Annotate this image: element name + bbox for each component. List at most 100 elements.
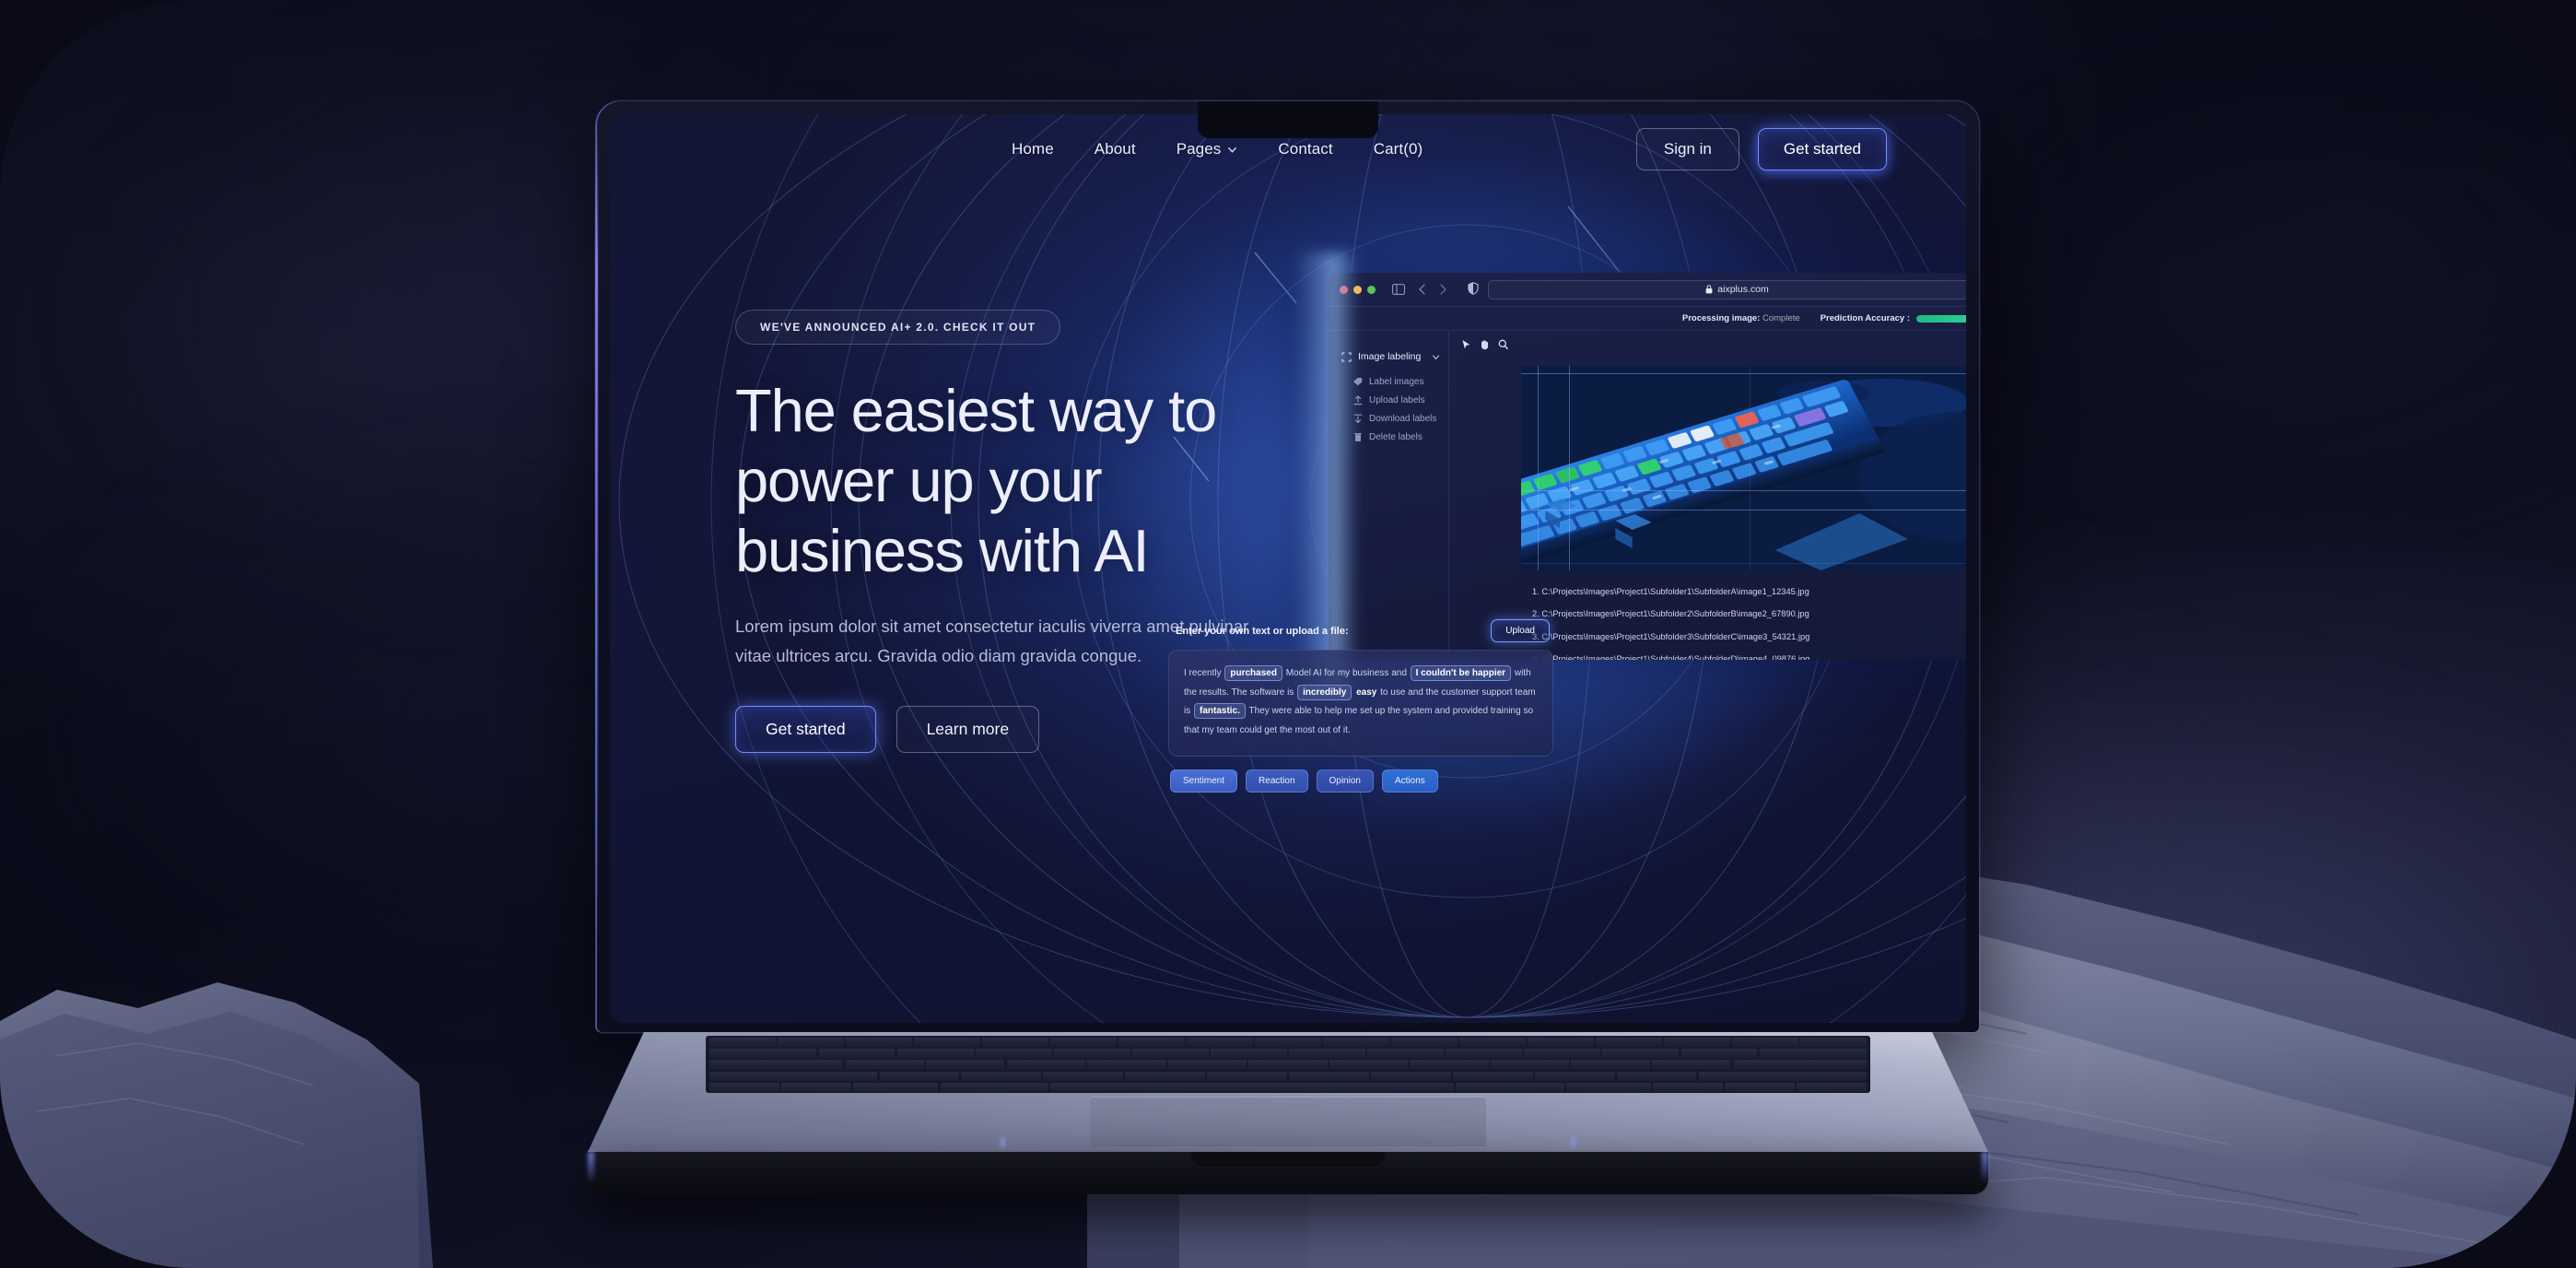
list-item[interactable]: 3. C:\Projects\Images\Project1\Subfolder… bbox=[1532, 626, 1966, 648]
sidebar-item-download-labels[interactable]: Download labels bbox=[1341, 409, 1448, 428]
chevron-left-icon[interactable] bbox=[1418, 284, 1426, 295]
keyboard-key[interactable] bbox=[1490, 1060, 1570, 1070]
hero-get-started-button[interactable]: Get started bbox=[735, 705, 876, 753]
minimize-yellow-icon[interactable] bbox=[1353, 285, 1362, 294]
keyboard-key[interactable] bbox=[709, 1082, 779, 1092]
keyboard-key[interactable] bbox=[1528, 1038, 1594, 1047]
get-started-button-nav[interactable]: Get started bbox=[1757, 128, 1887, 170]
keyboard-key[interactable] bbox=[1616, 1071, 1697, 1081]
cursor-arrow-icon[interactable] bbox=[1461, 339, 1471, 353]
keyboard-key[interactable] bbox=[1797, 1082, 1867, 1092]
nav-link-cart[interactable]: Cart(0) bbox=[1374, 140, 1423, 158]
sidebar-item-upload-labels[interactable]: Upload labels bbox=[1341, 391, 1448, 409]
keyboard-key[interactable] bbox=[1680, 1049, 1758, 1059]
hand-icon[interactable] bbox=[1480, 339, 1490, 353]
keyboard-key[interactable] bbox=[1571, 1060, 1650, 1070]
keyboard-key[interactable] bbox=[1664, 1038, 1730, 1047]
keyboard-key[interactable] bbox=[1446, 1049, 1523, 1059]
keyboard-key[interactable] bbox=[1323, 1038, 1389, 1047]
url-bar[interactable]: aixplus.com bbox=[1488, 279, 1966, 299]
announcement-badge[interactable]: WE'VE ANNOUNCED AI+ 2.0. CHECK IT OUT bbox=[735, 310, 1061, 345]
nav-link-contact[interactable]: Contact bbox=[1278, 140, 1332, 158]
keyboard-key[interactable] bbox=[1050, 1038, 1117, 1047]
zoom-green-icon[interactable] bbox=[1367, 285, 1376, 294]
keyboard-key[interactable] bbox=[914, 1038, 980, 1047]
tag-actions[interactable]: Actions bbox=[1381, 769, 1438, 792]
keyboard-key[interactable] bbox=[1329, 1060, 1409, 1070]
keyboard-key[interactable] bbox=[1125, 1071, 1205, 1081]
keyboard-key[interactable] bbox=[846, 1038, 912, 1047]
keyboard-key[interactable] bbox=[1410, 1060, 1489, 1070]
tag-opinion[interactable]: Opinion bbox=[1316, 769, 1374, 792]
keyboard-key[interactable] bbox=[1053, 1049, 1130, 1059]
keyboard-key[interactable] bbox=[1370, 1071, 1451, 1081]
keyboard-key[interactable] bbox=[1732, 1060, 1867, 1070]
keyboard-key[interactable] bbox=[975, 1049, 1052, 1059]
keyboard-key[interactable] bbox=[709, 1049, 817, 1059]
list-item[interactable]: 2. C:\Projects\Images\Project1\Subfolder… bbox=[1532, 604, 1966, 626]
keyboard-key[interactable] bbox=[852, 1082, 939, 1092]
keyboard-key[interactable] bbox=[1210, 1049, 1287, 1059]
keyboard-key[interactable] bbox=[709, 1071, 878, 1081]
trackpad[interactable] bbox=[1090, 1097, 1486, 1146]
keyboard-key[interactable] bbox=[1596, 1038, 1662, 1047]
keyboard-key[interactable] bbox=[1459, 1038, 1526, 1047]
keyboard-key[interactable] bbox=[961, 1071, 1042, 1081]
keyboard-key[interactable] bbox=[1725, 1082, 1795, 1092]
sidebar-item-label-images[interactable]: Label images bbox=[1341, 372, 1448, 391]
keyboard-key[interactable] bbox=[1732, 1038, 1798, 1047]
keyboard-key[interactable] bbox=[1565, 1082, 1652, 1092]
keyboard-key[interactable] bbox=[1289, 1049, 1365, 1059]
keyboard-key[interactable] bbox=[1131, 1049, 1209, 1059]
keyboard-key[interactable] bbox=[940, 1082, 1049, 1092]
keyboard-key[interactable] bbox=[1602, 1049, 1680, 1059]
keyboard-key[interactable] bbox=[1799, 1038, 1867, 1047]
sign-in-button[interactable]: Sign in bbox=[1635, 128, 1739, 170]
sidebar-toggle-icon[interactable] bbox=[1392, 284, 1405, 295]
tag-sentiment[interactable]: Sentiment bbox=[1170, 769, 1238, 792]
keyboard-key[interactable] bbox=[1087, 1060, 1166, 1070]
close-red-icon[interactable] bbox=[1340, 285, 1348, 294]
list-item[interactable]: 4. C:\Projects\Images\Project1\Subfolder… bbox=[1532, 648, 1966, 660]
keyboard-key[interactable] bbox=[1255, 1038, 1321, 1047]
shield-icon[interactable] bbox=[1468, 281, 1479, 298]
keyboard-key[interactable] bbox=[1455, 1082, 1564, 1092]
keyboard-key[interactable] bbox=[982, 1038, 1048, 1047]
keyboard-key[interactable] bbox=[709, 1038, 777, 1047]
keyboard-key[interactable] bbox=[781, 1082, 851, 1092]
keyboard-key[interactable] bbox=[1534, 1071, 1615, 1081]
keyboard-key[interactable] bbox=[1652, 1060, 1731, 1070]
keyboard-key[interactable] bbox=[1289, 1071, 1369, 1081]
sidebar-item-delete-labels[interactable]: Delete labels bbox=[1341, 428, 1448, 446]
keyboard-key[interactable] bbox=[1653, 1082, 1724, 1092]
keyboard-key[interactable] bbox=[1698, 1071, 1867, 1081]
tag-reaction[interactable]: Reaction bbox=[1246, 769, 1308, 792]
keyboard-key[interactable] bbox=[1207, 1071, 1287, 1081]
keyboard-key[interactable] bbox=[1187, 1038, 1253, 1047]
upload-button[interactable]: Upload bbox=[1491, 619, 1550, 642]
keyboard-key[interactable] bbox=[778, 1038, 845, 1047]
keyboard-key[interactable] bbox=[1050, 1082, 1454, 1092]
keyboard-key[interactable] bbox=[926, 1060, 1005, 1070]
keyboard-key[interactable] bbox=[896, 1049, 974, 1059]
keyboard-key[interactable] bbox=[818, 1049, 896, 1059]
nav-link-pages[interactable]: Pages bbox=[1177, 140, 1238, 158]
magnifier-icon[interactable] bbox=[1498, 339, 1508, 353]
keyboard-key[interactable] bbox=[1118, 1038, 1185, 1047]
sidebar-group-image-labeling[interactable]: Image labeling bbox=[1341, 351, 1448, 362]
hero-learn-more-button[interactable]: Learn more bbox=[896, 705, 1040, 753]
keyboard-key[interactable] bbox=[879, 1071, 960, 1081]
list-item[interactable]: 1. C:\Projects\Images\Project1\Subfolder… bbox=[1532, 581, 1966, 604]
keyboard-key[interactable] bbox=[1367, 1049, 1445, 1059]
keyboard-key[interactable] bbox=[1524, 1049, 1601, 1059]
keyboard-key[interactable] bbox=[1006, 1060, 1085, 1070]
keyboard-key[interactable] bbox=[1452, 1071, 1533, 1081]
keyboard-key[interactable] bbox=[845, 1060, 924, 1070]
keyboard-key[interactable] bbox=[1759, 1049, 1867, 1059]
keyboard-key[interactable] bbox=[1043, 1071, 1124, 1081]
nav-link-home[interactable]: Home bbox=[1012, 140, 1054, 158]
keyboard-key[interactable] bbox=[1248, 1060, 1328, 1070]
chevron-right-icon[interactable] bbox=[1439, 284, 1447, 295]
keyboard-key[interactable] bbox=[709, 1060, 844, 1070]
keyboard-key[interactable] bbox=[1167, 1060, 1247, 1070]
